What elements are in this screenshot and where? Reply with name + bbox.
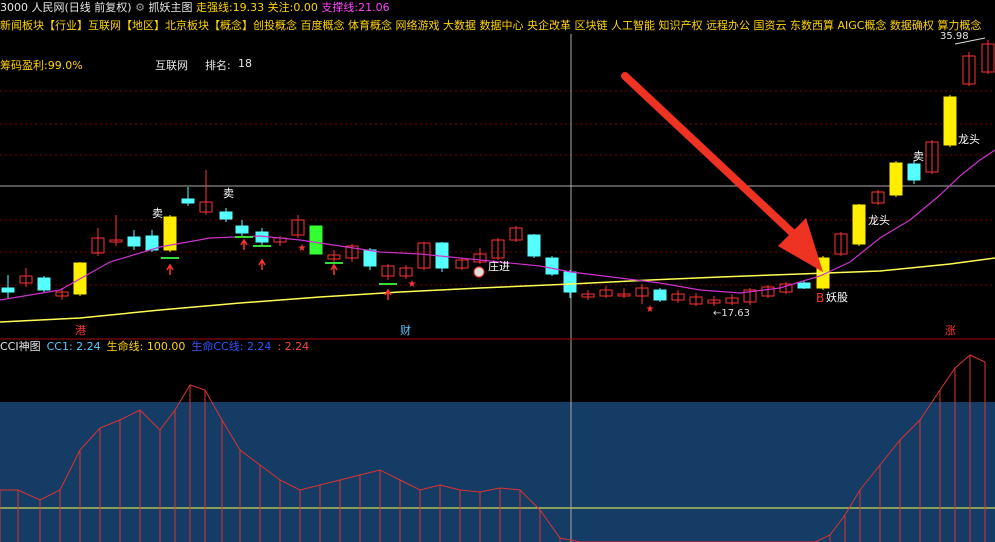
candle-body (852, 204, 866, 245)
support-value: 21.06 (358, 1, 390, 14)
concept-tags[interactable]: 新闻板块【行业】互联网【地区】北京板块【概念】创投概念 百度概念 体育概念 网络… (0, 18, 981, 34)
event-label: 港 (75, 324, 86, 337)
industry-name: 互联网 (155, 59, 188, 72)
rank-value: 18 (238, 57, 252, 70)
candle-body (363, 249, 377, 267)
sell-label: 卖 (223, 187, 234, 200)
cci-indicator-chart[interactable] (0, 340, 995, 542)
high-price-label: 35.98 (940, 31, 969, 42)
event-label: 财 (400, 323, 411, 337)
star-icon: ★ (298, 243, 307, 254)
candle-body (889, 162, 903, 196)
event-label: 涨 (945, 324, 956, 337)
candle-body (943, 96, 957, 146)
focus-value: 0.00 (293, 1, 318, 14)
focus-label: 关注: (267, 1, 294, 14)
buy-arrow-icon (258, 258, 266, 270)
sell-label: 卖 (152, 207, 163, 220)
ma-magenta-line (0, 149, 995, 301)
low-price-label: ←17.63 (713, 308, 750, 319)
line-strong-label: 走强线: (195, 1, 233, 14)
life-cc-value: 生命CC线: 2.24 (191, 340, 272, 353)
candle-body (907, 163, 921, 181)
star-icon: ★ (408, 279, 417, 290)
candle-body (563, 271, 577, 293)
sub-legend: CCI神图 CC1: 2.24 生命线: 100.00 生命CC线: 2.24 : 2.… (0, 340, 315, 354)
sub-indicator-name[interactable]: CCI神图 (0, 340, 41, 353)
indicator-header: 3000 人民网(日线 前复权) ⚙ 抓妖主图 走强线:19.33 关注:0.0… (0, 0, 390, 16)
main-candlestick-chart[interactable]: ★★★卖卖卖庄进龙头龙头妖股B港财涨←17.63 (0, 0, 995, 340)
buy-arrow-icon (330, 263, 338, 275)
support-label: 支撑线: (321, 1, 359, 14)
cci-band (0, 402, 995, 542)
candle-body (1, 287, 15, 293)
longtou-label: 龙头 (958, 133, 980, 146)
longtou-label: 龙头 (868, 214, 890, 227)
buy-arrow-icon (240, 238, 248, 250)
big-red-arrow (621, 72, 804, 244)
candle-body (181, 198, 195, 204)
cc1-value: CC1: 2.24 (46, 340, 101, 353)
candle-body (653, 289, 667, 301)
candle-body (545, 257, 559, 275)
candle-body (219, 211, 233, 220)
candle-body (37, 277, 51, 291)
main-indicator-name[interactable]: 抓妖主图 (148, 1, 192, 14)
candle-body (127, 236, 141, 247)
candle-body (527, 234, 541, 257)
star-icon: ★ (646, 304, 655, 315)
buy-arrow-icon (384, 288, 392, 300)
sell-label: 卖 (913, 150, 924, 163)
gear-icon[interactable]: ⚙ (135, 1, 145, 14)
life-line-value: 生命线: 100.00 (106, 340, 186, 353)
profit-ratio: 筹码盈利:99.0% (0, 59, 83, 72)
line-strong-value: 19.33 (232, 1, 265, 14)
candle-body (797, 282, 811, 289)
buy-b-label: B (816, 291, 824, 305)
extra-value: : 2.24 (277, 340, 310, 353)
zhuangjin-label: 庄进 (488, 259, 510, 273)
rank-label: 排名: (205, 59, 231, 72)
buy-arrow-icon (166, 263, 174, 275)
yaogu-label: 妖股 (826, 290, 848, 304)
zhuangjin-icon (473, 266, 485, 278)
candle-body (235, 225, 249, 234)
stock-title[interactable]: 3000 人民网(日线 前复权) (0, 1, 132, 14)
candle-body (309, 225, 323, 255)
